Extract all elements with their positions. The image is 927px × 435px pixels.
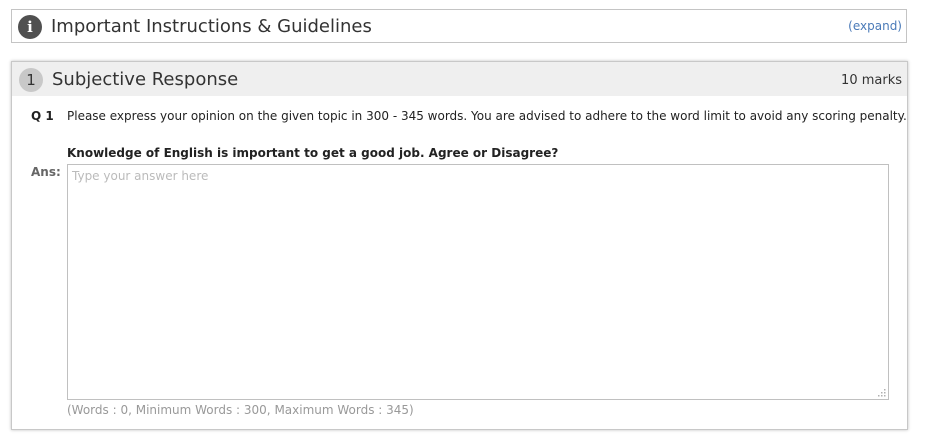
resize-grip-icon[interactable] — [876, 387, 886, 397]
section-title: Subjective Response — [52, 69, 239, 90]
expand-link[interactable]: (expand) — [848, 18, 902, 34]
word-count-status: (Words : 0, Minimum Words : 300, Maximum… — [67, 403, 414, 417]
section-header: 1 Subjective Response 10 marks — [12, 62, 907, 96]
section-marks: 10 marks — [841, 73, 902, 88]
info-icon: i — [18, 15, 42, 39]
question-topic: Knowledge of English is important to get… — [67, 146, 559, 160]
instructions-title: Important Instructions & Guidelines — [51, 16, 372, 37]
answer-textarea[interactable] — [67, 164, 889, 400]
section-number-badge: 1 — [19, 68, 43, 92]
instructions-panel: i Important Instructions & Guidelines (e… — [11, 9, 907, 43]
question-number: Q 1 — [31, 109, 54, 123]
question-section: 1 Subjective Response 10 marks Q 1 Pleas… — [11, 61, 908, 430]
question-text: Please express your opinion on the given… — [67, 109, 907, 123]
answer-label: Ans: — [31, 165, 61, 179]
